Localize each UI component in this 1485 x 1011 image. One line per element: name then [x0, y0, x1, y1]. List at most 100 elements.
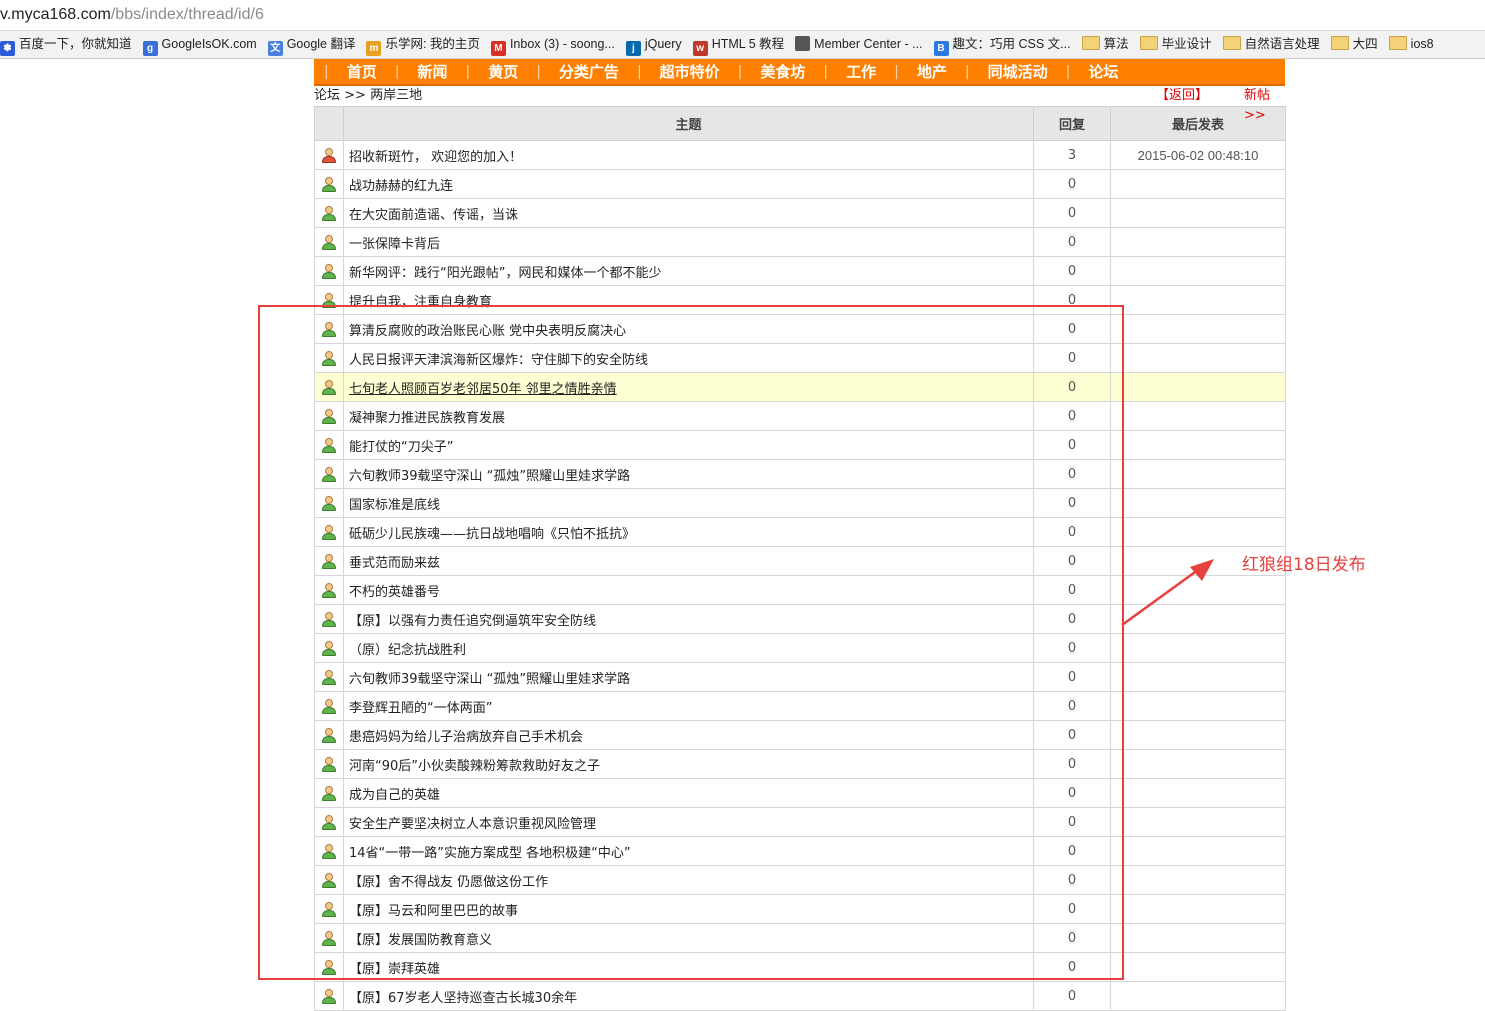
- back-link[interactable]: 【返回】: [1156, 86, 1208, 106]
- thread-title-link[interactable]: 算清反腐败的政治账民心账 党中央表明反腐决心: [349, 324, 626, 339]
- last-post-time: [1110, 343, 1286, 373]
- thread-title-link[interactable]: 六旬教师39载坚守深山 “孤烛”照耀山里娃求学路: [349, 672, 630, 687]
- thread-title-link[interactable]: 在大灾面前造谣、传谣，当诛: [349, 208, 518, 223]
- thread-title-cell: 凝神聚力推进民族教育发展: [343, 401, 1034, 431]
- nav-item[interactable]: 美食坊: [760, 61, 805, 82]
- thread-title-link[interactable]: 患癌妈妈为给儿子治病放弃自己手术机会: [349, 730, 583, 745]
- bookmark-item[interactable]: m 乐学网: 我的主页: [366, 31, 480, 58]
- thread-title-link[interactable]: 不朽的英雄番号: [349, 585, 440, 600]
- thread-title-cell: 在大灾面前造谣、传谣，当诛: [343, 198, 1034, 228]
- user-icon: [322, 263, 336, 279]
- avatar-cell: [314, 952, 344, 982]
- thread-title-link[interactable]: 砥砺少儿民族魂——抗日战地唱响《只怕不抵抗》: [349, 527, 635, 542]
- thread-title-link[interactable]: 新华网评：践行“阳光跟帖”，网民和媒体一个都不能少: [349, 266, 661, 281]
- thread-title-cell: 【原】舍不得战友 仍愿做这份工作: [343, 865, 1034, 895]
- thread-title-link[interactable]: 人民日报评天津滨海新区爆炸：守住脚下的安全防线: [349, 353, 648, 368]
- bookmark-item[interactable]: w HTML 5 教程: [692, 31, 785, 58]
- user-icon: [322, 147, 336, 163]
- thread-title-link[interactable]: 招收新斑竹， 欢迎您的加入！: [349, 150, 522, 165]
- thread-row: （原）纪念抗战胜利 0: [314, 633, 1286, 663]
- bookmark-label: HTML 5 教程: [711, 37, 785, 51]
- nav-item[interactable]: 黄页: [488, 61, 518, 82]
- thread-title-link[interactable]: 【原】马云和阿里巴巴的故事: [349, 904, 518, 919]
- bookmark-item[interactable]: g GoogleIsOK.com: [142, 31, 257, 58]
- thread-row: 砥砺少儿民族魂——抗日战地唱响《只怕不抵抗》 0: [314, 517, 1286, 547]
- avatar-cell: [314, 662, 344, 692]
- thread-title-link[interactable]: 河南“90后”小伙卖酸辣粉筹款救助好友之子: [349, 759, 600, 774]
- breadcrumb-root[interactable]: 论坛: [314, 88, 340, 103]
- folder-icon: [1388, 36, 1407, 50]
- reply-count: 0: [1033, 198, 1111, 228]
- thread-row: 七旬老人照顾百岁老邻居50年 邻里之情胜亲情 0: [314, 372, 1286, 402]
- user-icon: [322, 553, 336, 569]
- reply-count: 0: [1033, 343, 1111, 373]
- avatar-cell: [314, 459, 344, 489]
- nav-item[interactable]: 工作: [846, 61, 876, 82]
- bookmark-item[interactable]: 毕业设计: [1139, 31, 1212, 58]
- bookmark-item[interactable]: Member Center - ...: [795, 31, 923, 58]
- thread-title-cell: 七旬老人照顾百岁老邻居50年 邻里之情胜亲情: [343, 372, 1034, 402]
- thread-title-link[interactable]: 提升自我，注重自身教育: [349, 295, 492, 310]
- thread-row: 招收新斑竹， 欢迎您的加入！ 3 2015-06-02 00:48:10: [314, 140, 1286, 170]
- bookmark-item[interactable]: 算法: [1081, 31, 1129, 58]
- thread-row: 战功赫赫的红九连 0: [314, 169, 1286, 199]
- user-icon: [322, 988, 336, 1004]
- bookmark-item[interactable]: 自然语言处理: [1222, 31, 1320, 58]
- last-post-time: [1110, 662, 1286, 692]
- thread-title-link[interactable]: 国家标准是底线: [349, 498, 440, 513]
- last-post-time: [1110, 459, 1286, 489]
- nav-item[interactable]: 首页: [347, 61, 377, 82]
- nav-item[interactable]: 超市特价: [660, 61, 720, 82]
- thread-title-link[interactable]: 七旬老人照顾百岁老邻居50年 邻里之情胜亲情: [349, 382, 617, 397]
- thread-title-link[interactable]: 14省“一带一路”实施方案成型 各地积极建“中心”: [349, 846, 631, 861]
- thread-title-link[interactable]: 李登辉丑陋的“一体两面”: [349, 701, 492, 716]
- thread-title-link[interactable]: 一张保障卡背后: [349, 237, 440, 252]
- thread-title-cell: 提升自我，注重自身教育: [343, 285, 1034, 315]
- thread-title-cell: 李登辉丑陋的“一体两面”: [343, 691, 1034, 721]
- thread-title-link[interactable]: 【原】崇拜英雄: [349, 962, 440, 977]
- thread-title-cell: 新华网评：践行“阳光跟帖”，网民和媒体一个都不能少: [343, 256, 1034, 286]
- thread-title-link[interactable]: （原）纪念抗战胜利: [349, 643, 466, 658]
- bookmark-item[interactable]: 大四: [1330, 31, 1378, 58]
- user-icon: [322, 350, 336, 366]
- reply-count: 0: [1033, 807, 1111, 837]
- nav-item[interactable]: 分类广告: [559, 61, 619, 82]
- thread-title-link[interactable]: 【原】发展国防教育意义: [349, 933, 492, 948]
- nav-item[interactable]: 论坛: [1088, 61, 1118, 82]
- thread-title-link[interactable]: 能打仗的“刀尖子”: [349, 440, 453, 455]
- bookmark-item[interactable]: M Inbox (3) - soong...: [490, 31, 615, 58]
- folder-icon: [1139, 36, 1158, 50]
- last-post-time: 2015-06-02 00:48:10: [1110, 140, 1286, 170]
- bookmark-item[interactable]: 文 Google 翻译: [267, 31, 355, 58]
- nav-item[interactable]: 新闻: [417, 61, 447, 82]
- bookmark-item[interactable]: j jQuery: [625, 31, 682, 58]
- thread-row: 新华网评：践行“阳光跟帖”，网民和媒体一个都不能少 0: [314, 256, 1286, 286]
- nav-item[interactable]: 地产: [917, 61, 947, 82]
- last-post-time: [1110, 778, 1286, 808]
- user-icon: [322, 814, 336, 830]
- thread-title-link[interactable]: 【原】舍不得战友 仍愿做这份工作: [349, 875, 548, 890]
- thread-title-link[interactable]: 凝神聚力推进民族教育发展: [349, 411, 505, 426]
- nav-item[interactable]: 同城活动: [988, 61, 1048, 82]
- thread-title-link[interactable]: 垂式范而励来兹: [349, 556, 440, 571]
- user-icon: [322, 872, 336, 888]
- address-bar[interactable]: v.myca168.com/bbs/index/thread/id/6: [0, 0, 1485, 31]
- thread-row: 在大灾面前造谣、传谣，当诛 0: [314, 198, 1286, 228]
- user-icon: [322, 234, 336, 250]
- thread-title-link[interactable]: 【原】以强有力责任追究倒逼筑牢安全防线: [349, 614, 596, 629]
- thread-title-link[interactable]: 成为自己的英雄: [349, 788, 440, 803]
- user-icon: [322, 611, 336, 627]
- new-post-link[interactable]: 新帖>>: [1244, 86, 1285, 126]
- reply-count: 0: [1033, 720, 1111, 750]
- bookmark-item[interactable]: B 趣文：巧用 CSS 文...: [933, 31, 1071, 58]
- bookmark-item[interactable]: ios8: [1388, 31, 1434, 58]
- bookmark-item[interactable]: ✽ 百度一下，你就知道: [0, 31, 132, 58]
- thread-title-link[interactable]: 六旬教师39载坚守深山 “孤烛”照耀山里娃求学路: [349, 469, 630, 484]
- thread-title-link[interactable]: 战功赫赫的红九连: [349, 179, 453, 194]
- avatar-cell: [314, 372, 344, 402]
- thread-title-link[interactable]: 安全生产要坚决树立人本意识重视风险管理: [349, 817, 596, 832]
- thread-title-cell: 患癌妈妈为给儿子治病放弃自己手术机会: [343, 720, 1034, 750]
- reply-count: 0: [1033, 488, 1111, 518]
- last-post-time: [1110, 807, 1286, 837]
- thread-title-link[interactable]: 【原】67岁老人坚持巡查古长城30余年: [349, 991, 577, 1006]
